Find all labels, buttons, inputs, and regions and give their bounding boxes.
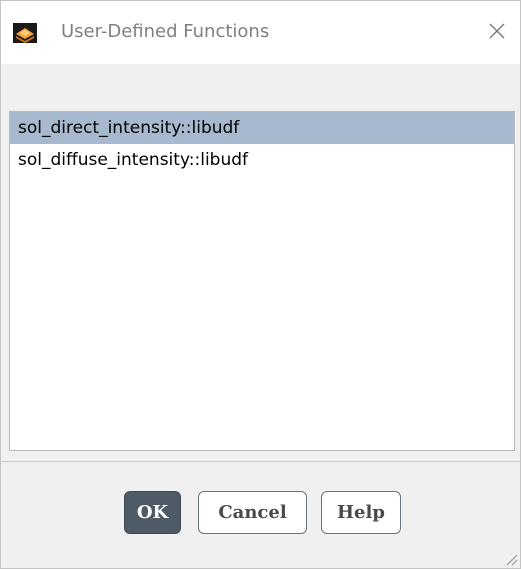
list-item[interactable]: sol_diffuse_intensity::libudf [10,144,514,176]
list-item-label: sol_diffuse_intensity::libudf [18,150,249,170]
cancel-button[interactable]: Cancel [198,491,307,534]
close-button[interactable] [474,1,520,64]
functions-list[interactable]: sol_direct_intensity::libudf sol_diffuse… [9,111,515,451]
dialog-title: User-Defined Functions [61,21,270,42]
list-item-label: sol_direct_intensity::libudf [18,118,240,138]
ok-button[interactable]: OK [124,491,181,534]
list-item[interactable]: sol_direct_intensity::libudf [10,112,514,144]
title-bar[interactable]: User-Defined Functions [1,1,520,64]
help-button[interactable]: Help [321,491,401,534]
resize-grip-icon[interactable] [502,550,518,566]
udf-dialog-window: User-Defined Functions sol_direct_intens… [0,0,521,569]
close-icon [488,22,506,44]
button-bar-separator [1,461,520,462]
fluent-logo-icon [13,23,37,43]
